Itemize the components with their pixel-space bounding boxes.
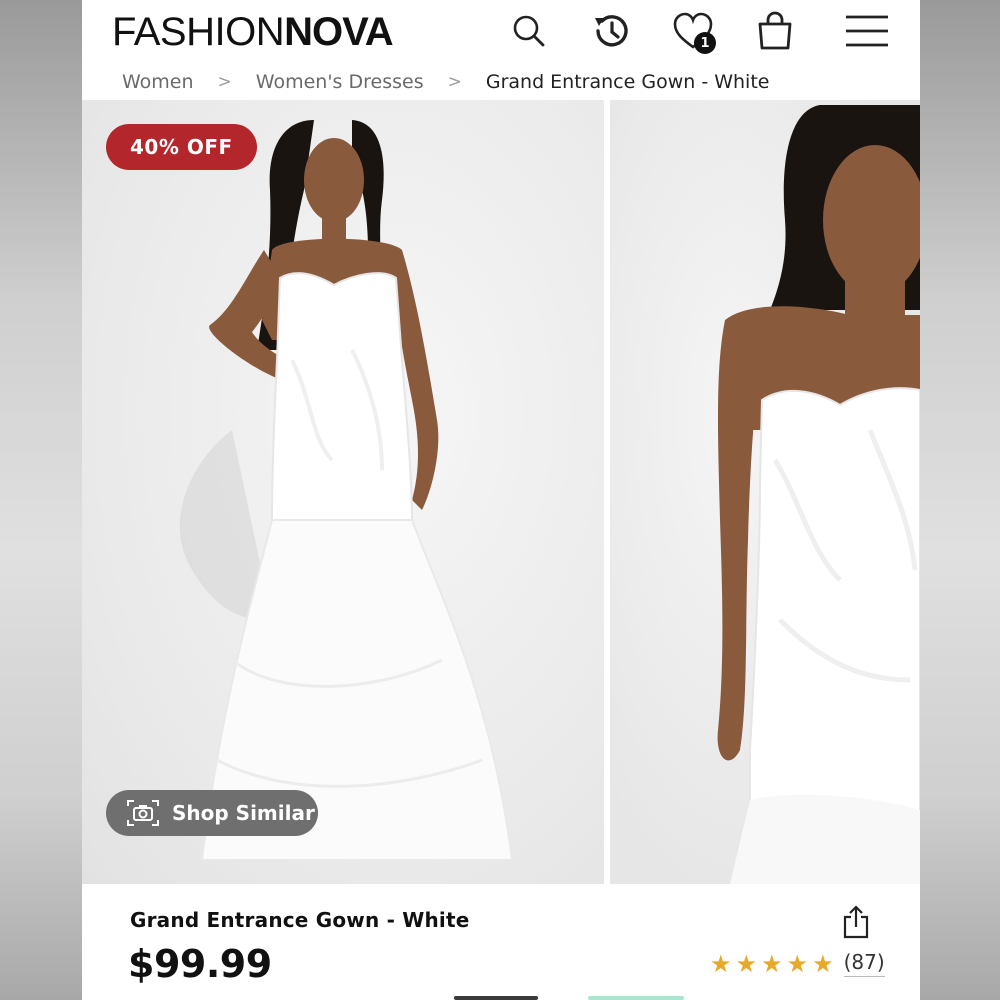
menu-button[interactable] [842, 10, 892, 52]
star-icon: ★ [812, 949, 834, 978]
discount-badge: 40% OFF [106, 124, 257, 170]
product-page: FASHION NOVA 1 Women > Women's Dresses >… [82, 0, 920, 1000]
partial-button-edge [454, 996, 538, 1000]
right-blurred-background [920, 0, 1000, 1000]
product-price: $99.99 [128, 942, 272, 986]
model-closeup-illustration [717, 105, 920, 884]
breadcrumb-womens-dresses[interactable]: Women's Dresses [256, 71, 424, 93]
star-icon: ★ [761, 949, 783, 978]
search-button[interactable] [506, 10, 552, 52]
product-rating[interactable]: ★ ★ ★ ★ ★ (87) [710, 950, 885, 977]
star-icon: ★ [735, 949, 758, 978]
camera-scan-icon [127, 800, 159, 826]
product-info: Grand Entrance Gown - White $99.99 ★ ★ ★… [82, 884, 920, 1000]
search-icon [513, 15, 545, 47]
shop-similar-label: Shop Similar [172, 801, 315, 825]
star-icon: ★ [710, 949, 732, 978]
breadcrumb: Women > Women's Dresses > Grand Entrance… [82, 64, 920, 100]
hamburger-menu-icon [846, 15, 888, 47]
share-button[interactable] [840, 904, 872, 940]
breadcrumb-women[interactable]: Women [122, 71, 194, 93]
cart-button[interactable] [752, 10, 798, 52]
product-image-full-length[interactable]: 40% OFF Shop Similar [82, 100, 604, 884]
shop-similar-button[interactable]: Shop Similar [106, 790, 318, 836]
logo-text-fashion: FASHION [112, 10, 285, 54]
left-blurred-background [0, 0, 82, 1000]
fashion-nova-logo[interactable]: FASHION NOVA [112, 10, 394, 54]
product-title: Grand Entrance Gown - White [130, 908, 470, 932]
partial-button-edge [588, 996, 684, 1000]
chevron-right-icon: > [447, 72, 462, 92]
breadcrumb-current-product: Grand Entrance Gown - White [485, 71, 770, 93]
share-icon [843, 905, 869, 939]
recently-viewed-button[interactable] [588, 10, 634, 52]
star-icon: ★ [786, 949, 809, 978]
wishlist-count-badge: 1 [694, 32, 716, 54]
shopping-bag-icon [758, 11, 792, 50]
chevron-right-icon: > [217, 72, 232, 92]
logo-text-nova: NOVA [284, 10, 394, 54]
model-wearing-gown-illustration [179, 120, 514, 861]
wishlist-button[interactable]: 1 [670, 10, 716, 54]
product-image-closeup[interactable] [610, 100, 920, 884]
history-icon [595, 15, 628, 47]
review-count-link[interactable]: (87) [843, 950, 885, 977]
site-header: FASHION NOVA 1 [82, 0, 920, 65]
product-image-gallery[interactable]: 40% OFF Shop Similar [82, 100, 920, 884]
